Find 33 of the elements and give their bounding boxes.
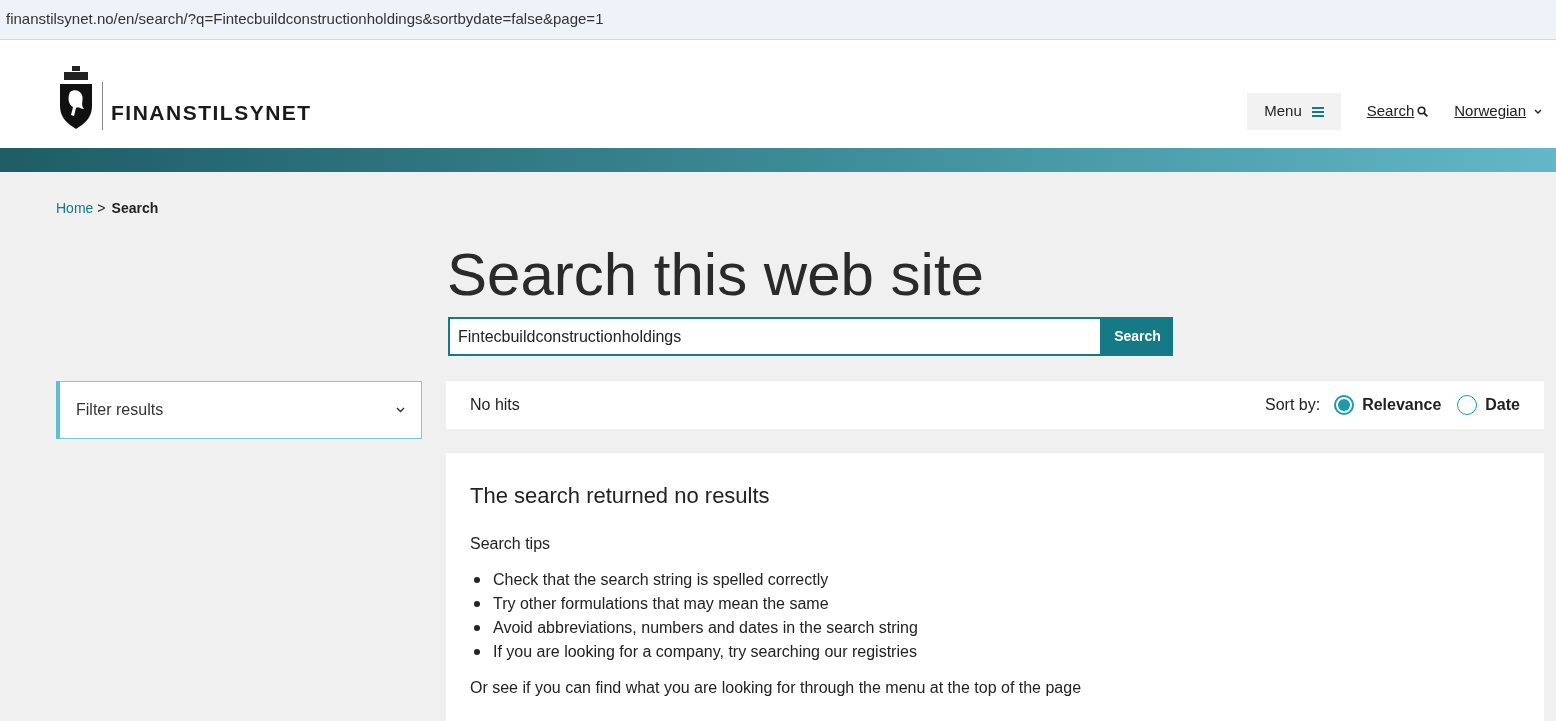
bullet-icon <box>474 649 480 655</box>
sort-option[interactable]: Date <box>1457 393 1520 417</box>
chevron-down-icon <box>396 407 405 413</box>
language-link[interactable]: Norwegian <box>1454 100 1542 123</box>
search-icon <box>1417 106 1429 117</box>
filter-dropdown[interactable]: Filter results <box>56 381 422 439</box>
search-link[interactable]: Search <box>1366 100 1429 123</box>
breadcrumb-current: Search <box>111 199 159 218</box>
tips-footer: Or see if you can find what you are looking for through the menu at the top of the page <box>470 676 1520 700</box>
bullet-icon <box>474 625 480 631</box>
no-results-heading: The search returned no results <box>470 482 771 510</box>
menu-button[interactable]: Menu <box>1247 93 1341 130</box>
bullet-icon <box>474 601 480 607</box>
search-button[interactable]: Search <box>1102 317 1173 356</box>
hit-count: No hits <box>470 395 520 415</box>
chevron-down-icon <box>1534 109 1542 114</box>
radio-button[interactable] <box>1334 395 1355 415</box>
logo-wordmark[interactable]: FINANSTILSYNET <box>111 96 312 130</box>
tip-text: Check that the search string is spelled correctly <box>493 570 829 590</box>
coat-of-arms-icon <box>58 64 94 130</box>
breadcrumb-link[interactable]: Home <box>56 198 94 219</box>
radio-button[interactable] <box>1457 395 1478 415</box>
sort-label: Sort by: <box>1265 395 1321 415</box>
sort-option[interactable]: Relevance <box>1334 393 1442 417</box>
breadcrumb-separator: > <box>97 199 106 218</box>
menu-icon <box>1311 106 1324 117</box>
page-title: Search this web site <box>446 240 985 310</box>
search-field[interactable]: Fintecbuildconstructionholdings <box>448 317 1102 356</box>
tip-text: If you are looking for a company, try searching our registries <box>493 642 917 662</box>
bullet-icon <box>474 577 480 583</box>
tip-text: Try other formulations that may mean the same <box>493 594 829 614</box>
tip-text: Avoid abbreviations, numbers and dates in the search string <box>493 618 918 638</box>
tips-title: Search tips <box>470 534 552 554</box>
